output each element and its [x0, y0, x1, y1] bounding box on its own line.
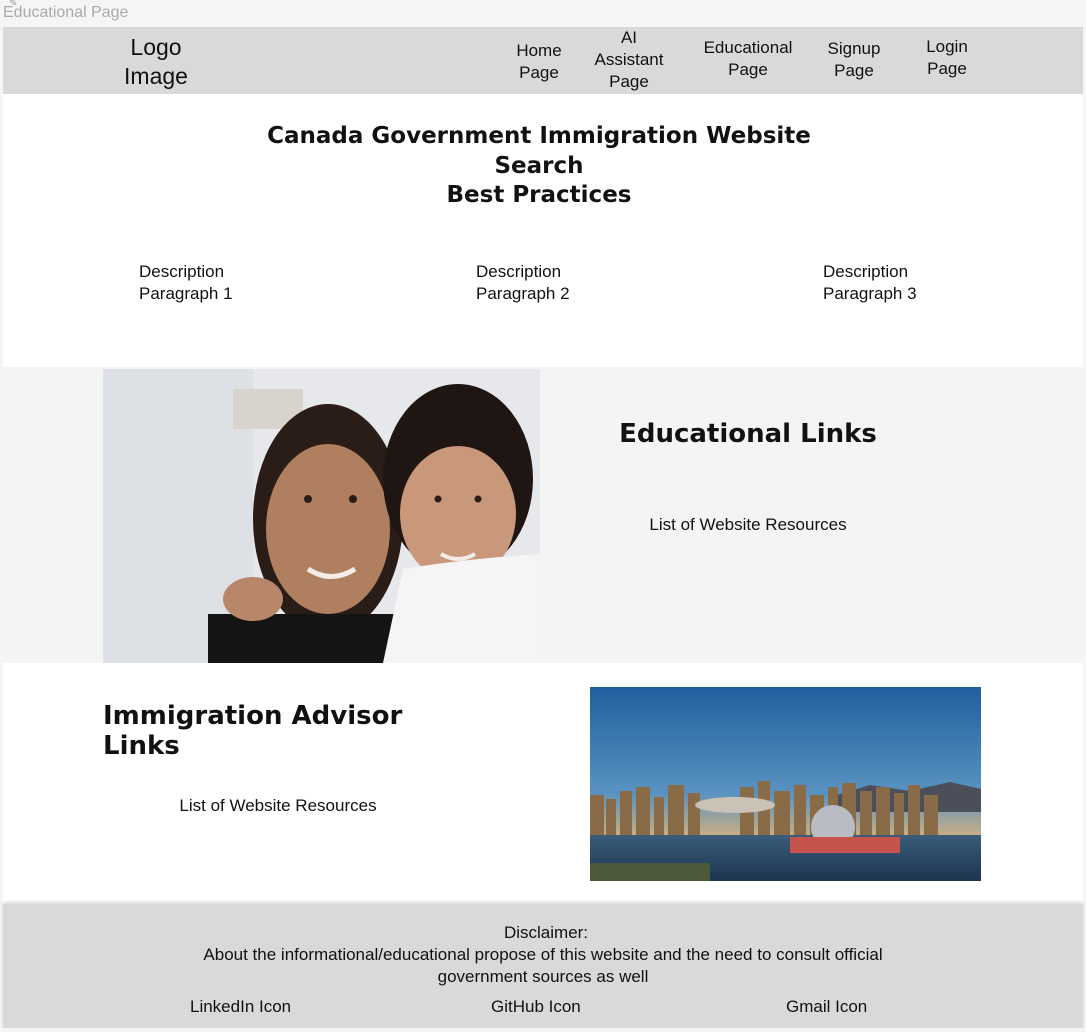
- nav-label: Page: [609, 72, 649, 91]
- educational-links-section: Educational Links List of Website Resour…: [3, 367, 1083, 663]
- desc-line: Paragraph 1: [139, 284, 233, 303]
- navbar: Logo Image Home Page AI Assistant Page E…: [3, 27, 1083, 94]
- nav-educational-link[interactable]: Educational Page: [693, 37, 803, 81]
- educational-links-title: Educational Links: [619, 419, 877, 449]
- nav-label: Page: [728, 60, 768, 79]
- logo-line: Logo: [130, 34, 182, 60]
- nav-label: Page: [519, 63, 559, 82]
- advisor-links-list[interactable]: List of Website Resources: [133, 796, 423, 816]
- nav-label: Home: [516, 41, 562, 60]
- immigration-advisor-section: Immigration Advisor Links List of Websit…: [3, 663, 1083, 904]
- nav-signup-link[interactable]: Signup Page: [818, 38, 890, 82]
- nav-login-link[interactable]: Login Page: [913, 36, 981, 80]
- gmail-icon[interactable]: Gmail Icon: [786, 997, 867, 1017]
- description-paragraph-1: Description Paragraph 1: [139, 261, 279, 305]
- nav-label: Assistant: [594, 50, 664, 69]
- nav-label: Educational: [703, 38, 793, 57]
- desc-line: Paragraph 3: [823, 284, 917, 303]
- nav-ai-assistant-link[interactable]: AI Assistant Page: [586, 27, 672, 93]
- title-line: Best Practices: [446, 182, 632, 208]
- frame-label: Educational Page: [3, 4, 129, 21]
- desc-line: Paragraph 2: [476, 284, 570, 303]
- page-title: Canada Government Immigration Website Se…: [3, 122, 1075, 211]
- nav-home-link[interactable]: Home Page: [503, 40, 575, 84]
- nav-label: AI: [620, 28, 638, 47]
- advisor-links-title: Immigration Advisor Links: [103, 701, 403, 761]
- title-line: Search: [494, 152, 584, 179]
- nav-label: Page: [927, 59, 967, 78]
- disclaimer-line: About the informational/educational prop…: [203, 945, 883, 964]
- footer: Disclaimer: About the informational/educ…: [3, 904, 1083, 1028]
- disclaimer-heading: Disclaimer:: [503, 923, 589, 942]
- title-line: Canada Government Immigration Website: [267, 123, 811, 149]
- description-paragraph-3: Description Paragraph 3: [823, 261, 963, 305]
- logo-image[interactable]: Logo Image: [111, 33, 201, 91]
- nav-label: Page: [834, 61, 874, 80]
- description-paragraph-2: Description Paragraph 2: [476, 261, 616, 305]
- github-icon[interactable]: GitHub Icon: [491, 997, 581, 1017]
- nav-label: Signup: [827, 39, 881, 58]
- desc-line: Description: [476, 262, 562, 281]
- city-skyline-photo: [590, 687, 981, 881]
- disclaimer-text: About the informational/educational prop…: [143, 944, 943, 988]
- desc-line: Description: [823, 262, 909, 281]
- linkedin-icon[interactable]: LinkedIn Icon: [190, 997, 291, 1017]
- educational-links-list[interactable]: List of Website Resources: [603, 515, 893, 535]
- hero-section: Canada Government Immigration Website Se…: [3, 94, 1083, 367]
- disclaimer-line: government sources as well: [437, 967, 649, 986]
- desc-line: Description: [139, 262, 225, 281]
- logo-line: Image: [124, 63, 188, 89]
- nav-label: Login: [926, 37, 968, 56]
- family-photo: [103, 369, 540, 663]
